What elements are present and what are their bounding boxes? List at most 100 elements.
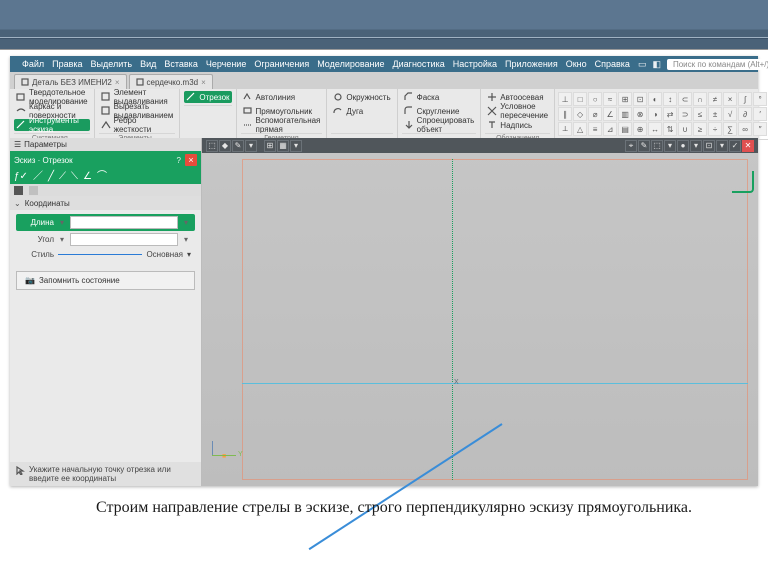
tool-button[interactable]: ⇄ <box>663 107 677 121</box>
menu-item[interactable]: Окно <box>566 59 587 69</box>
view-btn[interactable]: ▾ <box>245 140 257 152</box>
section-coordinates[interactable]: ⌄ Координаты <box>10 196 201 210</box>
tab-close-icon[interactable]: × <box>115 78 120 87</box>
tool-button[interactable]: ⊗ <box>633 107 647 121</box>
save-state-button[interactable]: 📷 Запомнить состояние <box>16 271 195 290</box>
menu-item[interactable]: Приложения <box>505 59 558 69</box>
view-btn[interactable]: ✓ <box>729 140 741 152</box>
tool-button[interactable]: ″ <box>753 122 767 136</box>
tool-button[interactable]: ◐ <box>648 92 662 106</box>
tool-button[interactable]: ′ <box>753 107 767 121</box>
tool-button[interactable]: ◇ <box>573 107 587 121</box>
tool-button[interactable]: ∠ <box>603 107 617 121</box>
seg-mode-icon[interactable]: ∠ <box>83 172 92 182</box>
length-input[interactable] <box>70 216 178 229</box>
panel-close-icon[interactable]: × <box>185 154 197 166</box>
view-btn[interactable]: ▦ <box>277 140 289 152</box>
menu-item[interactable]: Ограничения <box>254 59 309 69</box>
tool-button[interactable]: ⟂ <box>558 122 572 136</box>
dropdown-icon[interactable]: ▾ <box>181 235 191 244</box>
tool-button[interactable]: ○ <box>588 92 602 106</box>
tool-button[interactable]: ▥ <box>618 107 632 121</box>
ribbon-cmd-chamfer[interactable]: Фаска <box>402 91 477 103</box>
minitab-icon[interactable] <box>14 186 23 195</box>
view-btn[interactable]: ⬚ <box>651 140 663 152</box>
seg-mode-icon[interactable]: ⟋ <box>59 172 66 182</box>
dropdown-icon[interactable]: ▾ <box>187 250 191 259</box>
view-btn[interactable]: ✎ <box>638 140 650 152</box>
tool-button[interactable]: ∫ <box>738 92 752 106</box>
ribbon-cmd-intersect[interactable]: Условное пересечение <box>485 105 550 117</box>
view-btn[interactable]: ⌖ <box>625 140 637 152</box>
tool-button[interactable]: ⇅ <box>663 122 677 136</box>
tool-button[interactable]: × <box>723 92 737 106</box>
tool-button[interactable]: ∞ <box>738 122 752 136</box>
ribbon-cmd-autoline[interactable]: Автолиния <box>241 91 323 103</box>
ribbon-cmd-sketch[interactable]: Инструменты эскиза <box>14 119 90 131</box>
dropdown-icon[interactable]: ▾ <box>57 235 67 244</box>
tool-button[interactable]: ≈ <box>603 92 617 106</box>
tool-button[interactable]: ⊕ <box>633 122 647 136</box>
tool-button[interactable]: ≤ <box>693 107 707 121</box>
tool-button[interactable]: ⊂ <box>678 92 692 106</box>
menu-item[interactable]: Файл <box>22 59 44 69</box>
apply-icon[interactable]: ƒ✓ <box>14 172 28 182</box>
menu-item[interactable]: Черчение <box>206 59 247 69</box>
tool-button[interactable]: ◑ <box>648 107 662 121</box>
seg-mode-icon[interactable]: ╱ <box>48 172 54 182</box>
tool-button[interactable]: ≡ <box>588 122 602 136</box>
tool-button[interactable]: □ <box>573 92 587 106</box>
view-btn[interactable]: ▾ <box>690 140 702 152</box>
tool-button[interactable]: ⌀ <box>588 107 602 121</box>
ribbon-cmd-arc[interactable]: Дуга <box>331 105 392 117</box>
seg-mode-icon[interactable]: ⌒ <box>97 172 107 182</box>
layout-toggle-icon[interactable]: ◧ <box>652 59 661 70</box>
tool-button[interactable]: ⊿ <box>603 122 617 136</box>
ribbon-cmd-aux-line[interactable]: Вспомогательная прямая <box>241 119 323 131</box>
ribbon-cmd-rib[interactable]: Ребро жесткости <box>99 119 176 131</box>
ribbon-cmd-project[interactable]: Спроецировать объект <box>402 119 477 131</box>
dropdown-icon[interactable]: ▾ <box>181 218 191 227</box>
view-btn[interactable]: ● <box>677 140 689 152</box>
ribbon-cmd-text[interactable]: Надпись <box>485 119 550 131</box>
view-cancel-icon[interactable]: ✕ <box>742 140 754 152</box>
tool-button[interactable]: ∂ <box>738 107 752 121</box>
seg-mode-icon[interactable]: ⟍ <box>71 172 78 182</box>
view-btn[interactable]: ⊞ <box>264 140 276 152</box>
tool-button[interactable]: ∑ <box>723 122 737 136</box>
tool-button[interactable]: ∥ <box>558 107 572 121</box>
menu-item[interactable]: Вставка <box>164 59 197 69</box>
tool-button[interactable]: ∪ <box>678 122 692 136</box>
tool-button[interactable]: ↕ <box>663 92 677 106</box>
tool-button[interactable]: ≥ <box>693 122 707 136</box>
menu-item[interactable]: Правка <box>52 59 82 69</box>
document-tab[interactable]: сердечко.m3d × <box>129 74 213 89</box>
tool-button[interactable]: ↔ <box>648 122 662 136</box>
field-length[interactable]: Длина ▾ ▾ <box>16 214 195 231</box>
viewport[interactable]: ⬚◆✎▾ ⊞▦▾ ⌖✎⬚▾●▾⊡▾✓✕ X ■ <box>202 138 758 486</box>
layout-toggle-icon[interactable]: ▭ <box>638 59 647 70</box>
dropdown-icon[interactable]: ▾ <box>57 218 67 227</box>
tool-button[interactable]: ≠ <box>708 92 722 106</box>
menu-item[interactable]: Моделирование <box>317 59 384 69</box>
tool-button[interactable]: ÷ <box>708 122 722 136</box>
menu-item[interactable]: Диагностика <box>393 59 445 69</box>
minitab-icon[interactable] <box>29 186 38 195</box>
tool-button[interactable]: ± <box>708 107 722 121</box>
tool-button[interactable]: ⊃ <box>678 107 692 121</box>
tool-button[interactable]: ⊞ <box>618 92 632 106</box>
tab-close-icon[interactable]: × <box>201 78 206 87</box>
menu-item[interactable]: Вид <box>140 59 156 69</box>
menu-item[interactable]: Настройка <box>453 59 497 69</box>
view-btn[interactable]: ⬚ <box>206 140 218 152</box>
tool-button[interactable]: △ <box>573 122 587 136</box>
sketch-mode-icon[interactable] <box>732 171 754 193</box>
view-btn[interactable]: ⊡ <box>703 140 715 152</box>
panel-tab-parameters[interactable]: ☰Параметры <box>10 138 201 151</box>
document-tab[interactable]: Деталь БЕЗ ИМЕНИ2 × <box>14 74 127 89</box>
ribbon-cmd-segment[interactable]: Отрезок <box>184 91 231 103</box>
menu-item[interactable]: Справка <box>595 59 630 69</box>
ribbon-cmd-circle[interactable]: Окружность <box>331 91 392 103</box>
seg-mode-icon[interactable]: ／ <box>33 172 43 182</box>
field-style[interactable]: Стиль Основная ▾ <box>16 248 195 261</box>
